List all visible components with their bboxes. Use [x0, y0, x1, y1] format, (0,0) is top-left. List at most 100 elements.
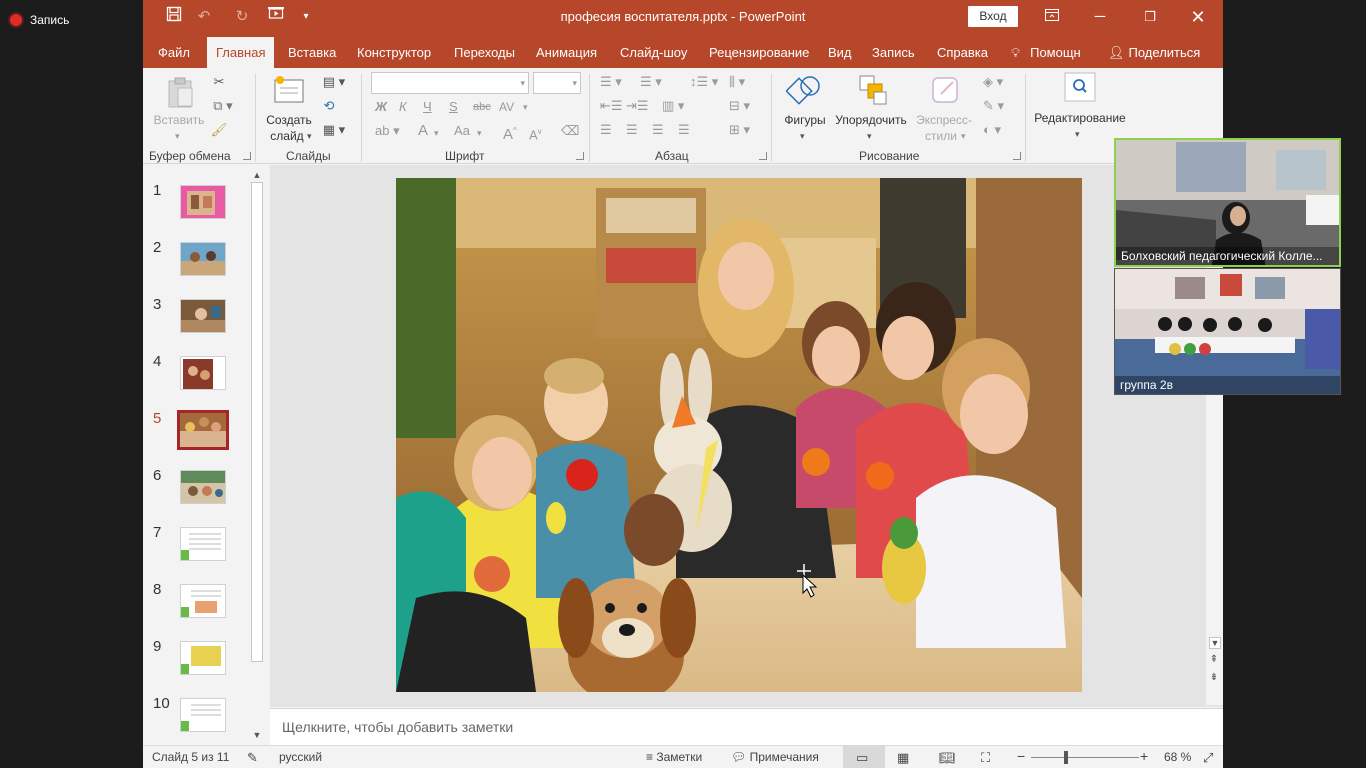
thumbnail-scrollbar[interactable]: ▲ ▼: [250, 168, 264, 743]
zoom-slider-thumb[interactable]: [1064, 751, 1068, 764]
slide-thumbnail[interactable]: [180, 356, 226, 390]
quick-styles-icon[interactable]: [925, 72, 965, 110]
layout-icon[interactable]: ▤ ▾: [319, 74, 349, 90]
quick-styles-label-2[interactable]: стили: [921, 128, 961, 144]
tab-record[interactable]: Запись: [863, 37, 924, 68]
format-painter-icon[interactable]: 🖌︎: [209, 122, 229, 138]
zoom-slider[interactable]: [1031, 757, 1139, 758]
slide-thumbnail[interactable]: [180, 584, 226, 618]
smartart-icon[interactable]: ⊞ ▾: [729, 122, 750, 138]
comments-toggle[interactable]: 💬︎ Примечания: [731, 750, 819, 764]
italic-button[interactable]: К: [399, 99, 407, 115]
close-icon[interactable]: ✕: [1186, 5, 1210, 29]
align-left-icon[interactable]: ☰: [600, 122, 612, 138]
new-slide-dropdown-icon[interactable]: ▾: [307, 128, 312, 144]
new-slide-icon[interactable]: [271, 74, 307, 106]
increase-indent-icon[interactable]: ⇥☰: [626, 98, 649, 114]
cut-icon[interactable]: ✂: [209, 74, 229, 90]
zoom-out-icon[interactable]: −: [1017, 748, 1025, 764]
font-size-combo[interactable]: ▾: [533, 72, 581, 94]
slideshow-icon[interactable]: ⛶: [981, 750, 990, 766]
share-button[interactable]: 👤︎ Поделиться: [1099, 37, 1209, 68]
reset-slide-icon[interactable]: ⟲: [319, 98, 339, 114]
columns-icon[interactable]: ▥ ▾: [662, 98, 684, 114]
participant-video-tile[interactable]: Болховский педагогический Колле...: [1114, 138, 1341, 267]
sign-in-button[interactable]: Вход: [968, 6, 1018, 27]
shapes-icon[interactable]: [785, 72, 825, 110]
quick-styles-dropdown-icon[interactable]: ▾: [961, 128, 966, 144]
align-text-icon[interactable]: ⊟ ▾: [729, 98, 750, 114]
find-icon[interactable]: [1063, 72, 1097, 104]
slide-thumbnail[interactable]: [180, 242, 226, 276]
tab-transitions[interactable]: Переходы: [445, 37, 524, 68]
notes-pane[interactable]: Щелкните, чтобы добавить заметки: [270, 708, 1223, 745]
tab-file[interactable]: Файл: [149, 37, 199, 68]
character-spacing-button[interactable]: AV: [499, 99, 514, 115]
clipboard-launcher-icon[interactable]: [243, 152, 251, 160]
shape-outline-icon[interactable]: ✎ ▾: [983, 98, 1004, 114]
bold-button[interactable]: Ж: [375, 99, 387, 115]
paste-button[interactable]: Вставить: [153, 112, 205, 128]
participant-video-tile[interactable]: группа 2в: [1114, 268, 1341, 395]
arrange-dropdown-icon[interactable]: ▾: [867, 128, 872, 144]
shapes-dropdown-icon[interactable]: ▾: [800, 128, 805, 144]
line-spacing-icon[interactable]: ↕☰ ▾: [690, 74, 718, 90]
chevron-down-icon[interactable]: ▾: [434, 125, 439, 141]
tab-home[interactable]: Главная: [207, 37, 275, 68]
chevron-down-icon[interactable]: ▾: [477, 125, 482, 141]
restore-icon[interactable]: ❐: [1138, 5, 1162, 29]
decrease-indent-icon[interactable]: ⇤☰: [600, 98, 623, 114]
slide-thumbnail[interactable]: [180, 527, 226, 561]
notes-toggle[interactable]: ≡ Заметки: [646, 750, 702, 764]
accessibility-icon[interactable]: ✎︎: [247, 750, 258, 766]
tab-insert[interactable]: Вставка: [279, 37, 345, 68]
quick-styles-label-1[interactable]: Экспресс-: [913, 112, 975, 128]
tab-animations[interactable]: Анимация: [527, 37, 606, 68]
new-slide-label[interactable]: Создать: [263, 112, 315, 128]
ribbon-display-options-icon[interactable]: [1040, 5, 1064, 29]
fit-to-window-icon[interactable]: ⤢: [1203, 750, 1213, 766]
font-color-button[interactable]: A: [418, 123, 428, 139]
shapes-button[interactable]: Фигуры: [779, 112, 831, 128]
scroll-down-icon[interactable]: ▼: [252, 730, 262, 740]
bullets-icon[interactable]: ☰ ▾: [600, 74, 622, 90]
scrollbar-thumb[interactable]: [251, 182, 263, 662]
numbering-icon[interactable]: ☰ ▾: [640, 74, 662, 90]
slide-thumbnail[interactable]: [180, 185, 226, 219]
slide-thumbnail[interactable]: [180, 470, 226, 504]
language-indicator[interactable]: русский: [279, 750, 322, 764]
shadow-button[interactable]: S: [449, 99, 458, 115]
align-right-icon[interactable]: ☰: [652, 122, 664, 138]
zoom-in-icon[interactable]: +: [1140, 748, 1148, 764]
shape-fill-icon[interactable]: ◈ ▾: [983, 74, 1003, 90]
paste-dropdown-icon[interactable]: ▾: [175, 128, 180, 144]
next-slide-icon[interactable]: ⇟: [1209, 673, 1219, 683]
align-center-icon[interactable]: ☰: [626, 122, 638, 138]
section-icon[interactable]: ▦ ▾: [319, 122, 349, 138]
previous-slide-icon[interactable]: ⇞: [1209, 655, 1219, 665]
text-direction-icon[interactable]: ⫼ ▾: [729, 74, 745, 90]
arrange-button[interactable]: Упорядочить: [831, 112, 911, 128]
slide-thumbnail[interactable]: [180, 698, 226, 732]
minimize-icon[interactable]: ─: [1088, 5, 1112, 29]
chevron-down-icon[interactable]: ▾: [523, 99, 528, 115]
paragraph-launcher-icon[interactable]: [759, 152, 767, 160]
font-launcher-icon[interactable]: [576, 152, 584, 160]
text-highlight-icon[interactable]: ab ▾: [375, 123, 400, 139]
slide-canvas[interactable]: [396, 178, 1082, 692]
reading-view-icon[interactable]: 📖︎: [939, 750, 956, 766]
font-name-combo[interactable]: ▾: [371, 72, 529, 94]
new-slide-label-2[interactable]: слайд: [261, 128, 313, 144]
scroll-up-icon[interactable]: ▲: [252, 170, 262, 180]
drawing-launcher-icon[interactable]: [1013, 152, 1021, 160]
tell-me-search[interactable]: 💡︎ Помощн: [1002, 37, 1090, 68]
scroll-down-icon[interactable]: ▼: [1209, 637, 1221, 649]
zoom-level[interactable]: 68 %: [1164, 750, 1191, 764]
editing-button[interactable]: Редактирование: [1031, 110, 1129, 126]
tab-review[interactable]: Рецензирование: [700, 37, 818, 68]
shape-effects-icon[interactable]: ◐ ▾: [983, 122, 1001, 138]
tab-slideshow[interactable]: Слайд-шоу: [611, 37, 696, 68]
tab-design[interactable]: Конструктор: [348, 37, 440, 68]
change-case-button[interactable]: Aa: [454, 123, 470, 139]
paste-icon[interactable]: [165, 76, 195, 110]
